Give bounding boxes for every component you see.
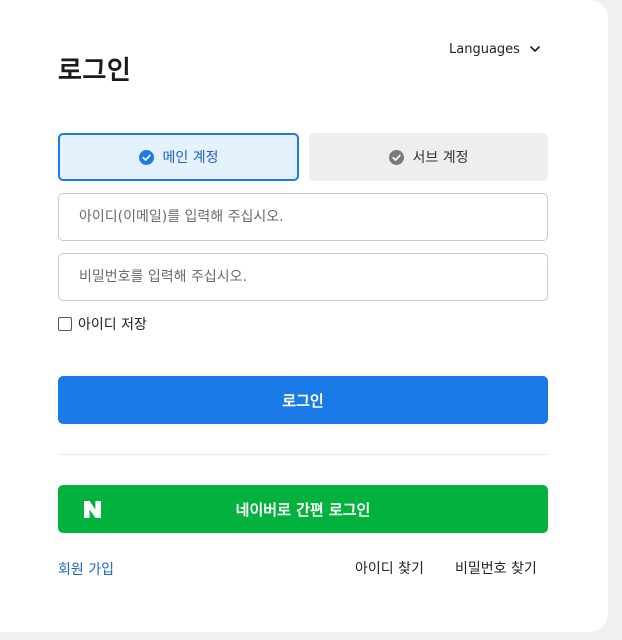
page-title: 로그인 <box>58 56 132 86</box>
find-password-link[interactable]: 비밀번호 찾기 <box>455 558 537 578</box>
tab-main-account[interactable]: 메인 계정 <box>58 133 299 181</box>
signup-link[interactable]: 회원 가입 <box>58 559 114 579</box>
chevron-down-icon <box>530 45 540 53</box>
language-selector-label: Languages <box>449 41 520 57</box>
check-circle-icon <box>138 149 154 165</box>
tab-sub-account[interactable]: 서브 계정 <box>309 133 548 181</box>
naver-login-button[interactable]: 네이버로 간편 로그인 <box>58 485 548 533</box>
naver-login-label: 네이버로 간편 로그인 <box>235 500 371 519</box>
remember-id-option[interactable]: 아이디 저장 <box>58 314 147 334</box>
naver-n-logo <box>84 501 101 518</box>
login-card: 로그인 Languages 메인 계정 서브 계정 아이디(이메일)를 입력해 … <box>0 0 608 632</box>
divider <box>58 454 548 455</box>
tab-main-account-label: 메인 계정 <box>162 150 219 166</box>
tab-sub-account-label: 서브 계정 <box>412 150 469 166</box>
password-input[interactable] <box>58 253 548 301</box>
find-id-link[interactable]: 아이디 찾기 <box>355 558 424 578</box>
id-email-input[interactable] <box>58 193 548 241</box>
account-type-tabs: 메인 계정 서브 계정 <box>58 133 548 181</box>
remember-id-label: 아이디 저장 <box>78 317 147 333</box>
login-button[interactable]: 로그인 <box>58 376 548 424</box>
remember-id-checkbox[interactable] <box>58 317 72 331</box>
check-circle-icon <box>388 149 404 165</box>
language-selector[interactable]: Languages <box>449 40 540 58</box>
